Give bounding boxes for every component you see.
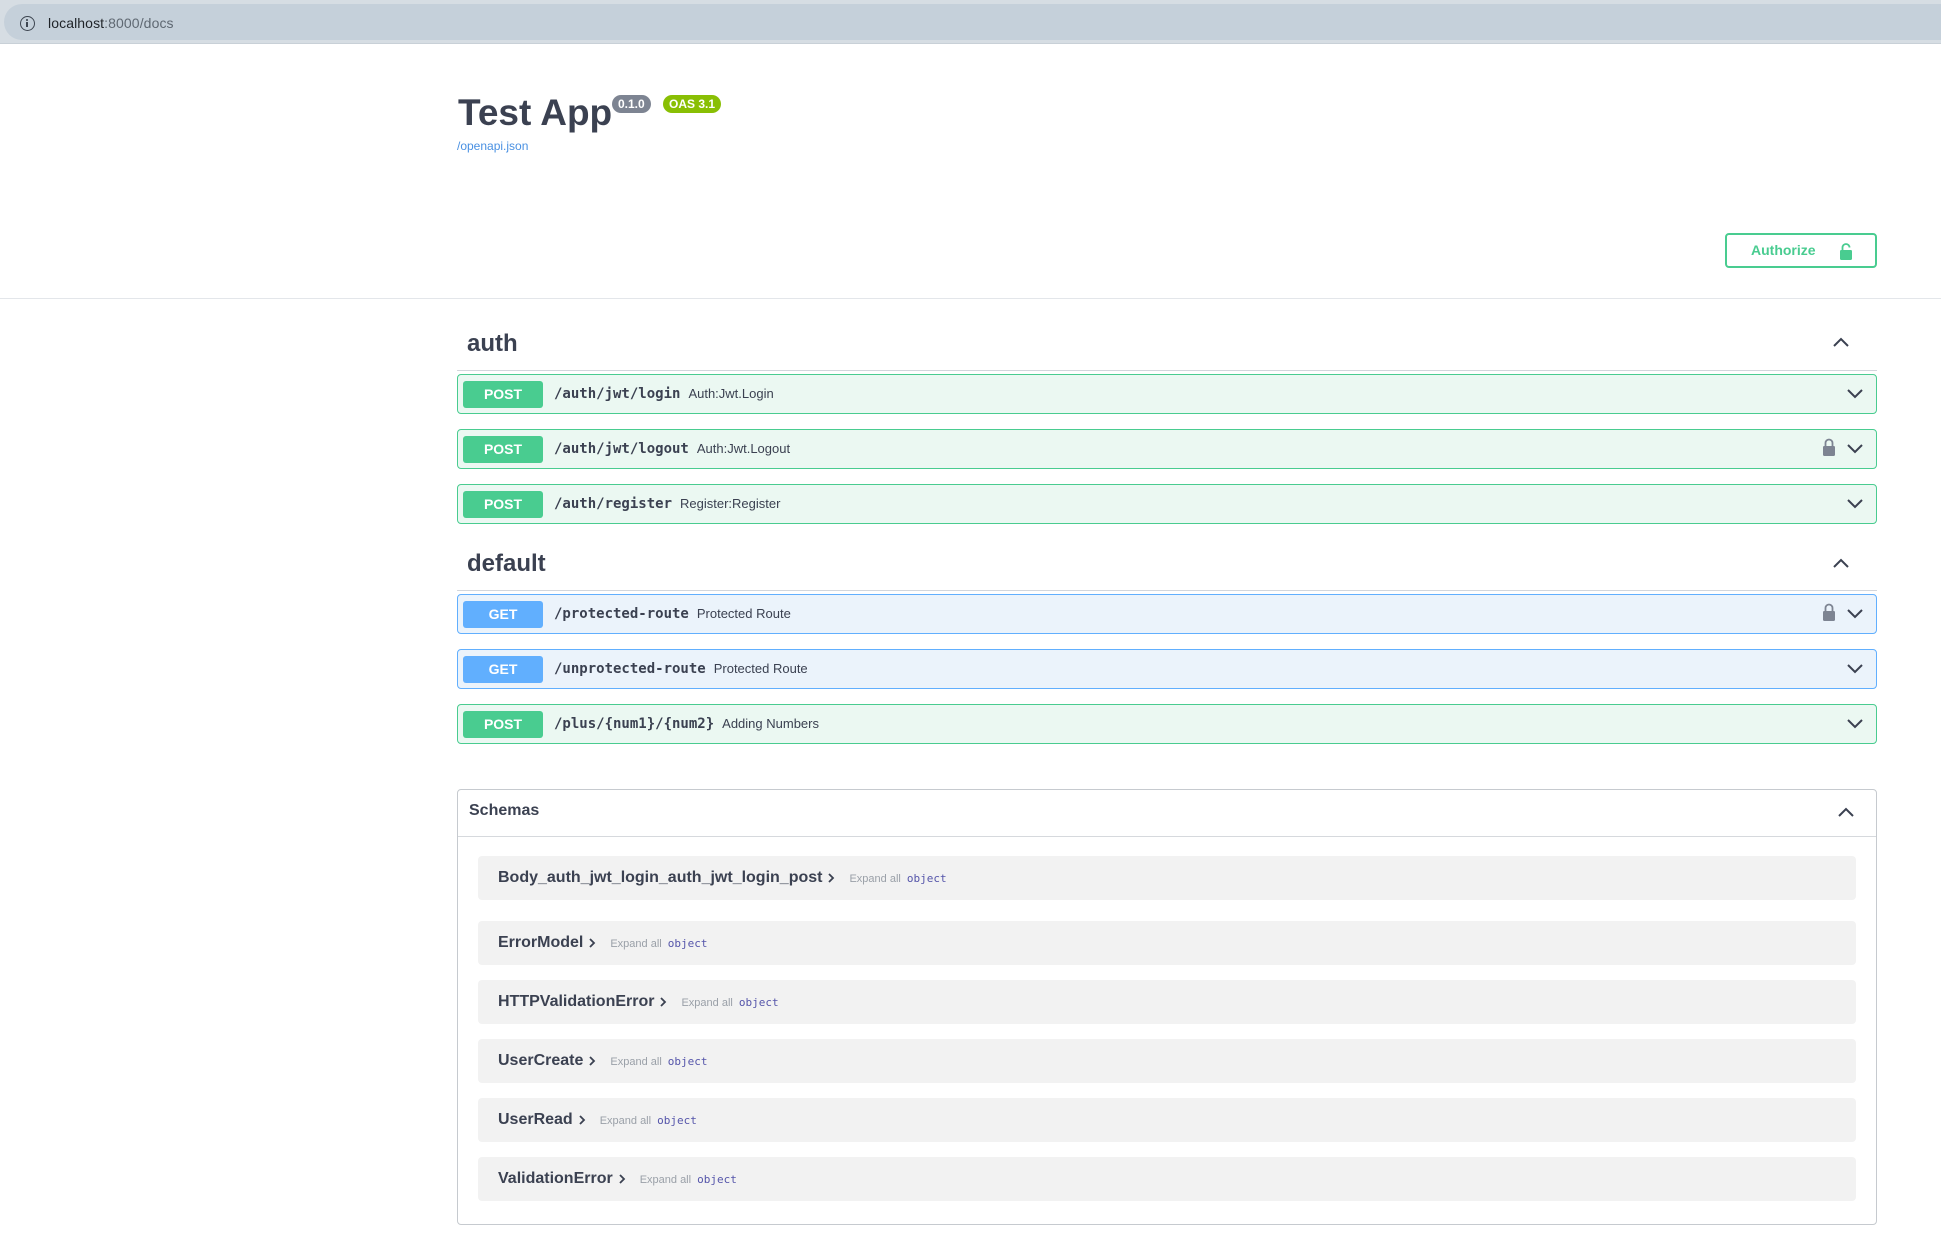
schema-model[interactable]: UserCreate Expand all object — [498, 1052, 708, 1070]
schema-model-name: UserCreate — [498, 1052, 584, 1069]
operation-path: /plus/{num1}/{num2} Adding Numbers — [554, 716, 819, 732]
version-badge: 0.1.0 — [612, 95, 651, 113]
operation-path: /unprotected-route Protected Route — [554, 661, 808, 677]
chevron-right-icon — [589, 1056, 596, 1066]
url-text[interactable]: localhost:8000/docs — [48, 15, 174, 31]
operation-summary: Protected Route — [713, 661, 808, 676]
operation-row[interactable]: POST/auth/jwt/logout Auth:Jwt.Logout — [457, 429, 1877, 469]
tag-divider — [457, 590, 1877, 591]
schemas-title: Schemas — [469, 802, 540, 819]
expand-all-link[interactable]: Expand all — [640, 1174, 691, 1186]
schema-type: object — [906, 872, 947, 885]
method-badge: POST — [463, 711, 543, 738]
chevron-down-icon[interactable] — [1846, 717, 1864, 731]
schema-model-row[interactable]: HTTPValidationError Expand all object — [478, 980, 1856, 1024]
chevron-down-icon[interactable] — [1846, 662, 1864, 676]
chevron-down-icon[interactable] — [1846, 387, 1864, 401]
expand-all-link[interactable]: Expand all — [610, 938, 661, 950]
operation-summary: Adding Numbers — [722, 716, 819, 731]
method-badge: POST — [463, 436, 543, 463]
operation-path: /auth/jwt/login Auth:Jwt.Login — [554, 386, 774, 402]
schema-model-name: HTTPValidationError — [498, 993, 655, 1010]
operation-row[interactable]: POST/auth/register Register:Register — [457, 484, 1877, 524]
schema-model-row[interactable]: UserCreate Expand all object — [478, 1039, 1856, 1083]
schema-model-name: UserRead — [498, 1111, 573, 1128]
tag-title-default[interactable]: default — [467, 550, 546, 578]
schema-type: object — [738, 996, 779, 1009]
chevron-right-icon — [589, 938, 596, 948]
expand-all-link[interactable]: Expand all — [600, 1115, 651, 1127]
chevron-up-icon[interactable] — [1836, 805, 1856, 819]
operation-path: /auth/jwt/logout Auth:Jwt.Logout — [554, 441, 790, 457]
chevron-right-icon — [660, 997, 667, 1007]
operation-summary: Protected Route — [696, 606, 791, 621]
chevron-up-icon[interactable] — [1831, 556, 1851, 570]
tag-divider — [457, 370, 1877, 371]
schema-model-row[interactable]: ErrorModel Expand all object — [478, 921, 1856, 965]
schemas-header[interactable]: Schemas — [458, 790, 1876, 837]
page-title: Test App — [458, 92, 613, 133]
schema-model[interactable]: UserRead Expand all object — [498, 1111, 697, 1129]
oas-badge: OAS 3.1 — [663, 95, 722, 113]
schema-type: object — [667, 937, 708, 950]
path-text: /auth/register — [554, 496, 673, 512]
chevron-right-icon — [828, 873, 835, 883]
chevron-down-icon[interactable] — [1846, 607, 1864, 621]
operation-summary: Auth:Jwt.Login — [688, 386, 774, 401]
schema-model-row[interactable]: Body_auth_jwt_login_auth_jwt_login_post E… — [478, 856, 1856, 900]
schema-model-name: ErrorModel — [498, 934, 584, 951]
chevron-right-icon — [579, 1115, 585, 1125]
header-divider — [0, 298, 1941, 299]
operation-row[interactable]: POST/auth/jwt/login Auth:Jwt.Login — [457, 374, 1877, 414]
schema-model[interactable]: HTTPValidationError Expand all object — [498, 993, 779, 1011]
chevron-right-icon — [619, 1174, 625, 1184]
schema-model[interactable]: ValidationError Expand all object — [498, 1170, 737, 1188]
expand-all-link[interactable]: Expand all — [849, 873, 900, 885]
tag-title-auth[interactable]: auth — [467, 330, 518, 358]
operation-summary: Auth:Jwt.Logout — [696, 441, 791, 456]
url-field[interactable]: localhost:8000/docs — [4, 4, 1941, 40]
browser-address-bar: localhost:8000/docs — [0, 0, 1941, 44]
path-text: /auth/jwt/logout — [554, 441, 689, 457]
schema-type: object — [697, 1173, 737, 1186]
operation-path: /auth/register Register:Register — [554, 496, 780, 512]
url-host: localhost — [48, 15, 105, 31]
authorize-label: Authorize — [1751, 242, 1816, 258]
path-text: /auth/jwt/login — [554, 386, 681, 402]
site-info-icon[interactable] — [20, 16, 35, 31]
operation-summary: Register:Register — [680, 496, 781, 511]
schema-model-row[interactable]: UserRead Expand all object — [478, 1098, 1856, 1142]
authorize-button[interactable]: Authorize — [1725, 233, 1877, 268]
expand-all-link[interactable]: Expand all — [610, 1056, 661, 1068]
operation-path: /protected-route Protected Route — [554, 606, 791, 622]
schema-model-name: Body_auth_jwt_login_auth_jwt_login_post — [498, 869, 823, 886]
schema-model-row[interactable]: ValidationError Expand all object — [478, 1157, 1856, 1201]
schema-type: object — [667, 1055, 708, 1068]
chevron-up-icon[interactable] — [1831, 335, 1851, 349]
schema-model[interactable]: Body_auth_jwt_login_auth_jwt_login_post E… — [498, 869, 947, 887]
method-badge: GET — [463, 601, 543, 628]
chevron-down-icon[interactable] — [1846, 442, 1864, 456]
unlocked-icon — [1840, 243, 1852, 260]
path-text: /plus/{num1}/{num2} — [554, 716, 715, 732]
openapi-json-link[interactable]: /openapi.json — [457, 139, 528, 153]
schema-type: object — [657, 1114, 697, 1127]
expand-all-link[interactable]: Expand all — [681, 997, 732, 1009]
chevron-down-icon[interactable] — [1846, 497, 1864, 511]
path-text: /protected-route — [554, 606, 689, 622]
operation-row[interactable]: POST/plus/{num1}/{num2} Adding Numbers — [457, 704, 1877, 744]
operation-row[interactable]: GET/unprotected-route Protected Route — [457, 649, 1877, 689]
method-badge: POST — [463, 381, 543, 408]
lock-icon[interactable] — [1822, 603, 1836, 622]
lock-icon[interactable] — [1822, 438, 1836, 457]
url-path: :8000/docs — [104, 15, 174, 31]
method-badge: POST — [463, 491, 543, 518]
operation-row[interactable]: GET/protected-route Protected Route — [457, 594, 1877, 634]
path-text: /unprotected-route — [554, 661, 706, 677]
schema-model[interactable]: ErrorModel Expand all object — [498, 934, 707, 952]
method-badge: GET — [463, 656, 543, 683]
schemas-section: Schemas Body_auth_jwt_login_auth_jwt_log… — [457, 789, 1877, 1225]
schema-model-name: ValidationError — [498, 1170, 613, 1187]
